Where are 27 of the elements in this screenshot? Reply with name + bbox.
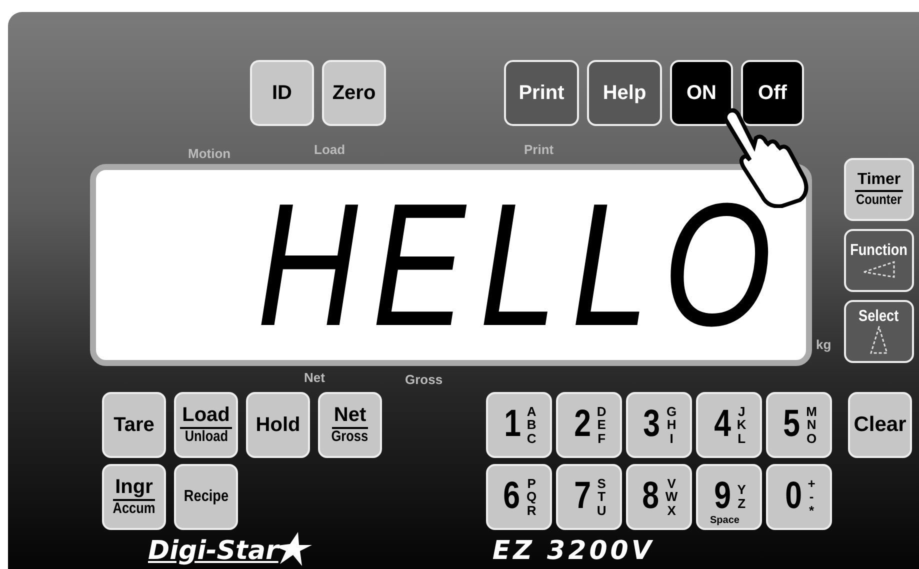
display-text: HELLO — [256, 178, 786, 352]
clear-key[interactable]: Clear — [848, 392, 912, 458]
left-triangle-icon — [862, 260, 896, 278]
brand-logo: Digi-Star — [148, 536, 278, 566]
indicator-label: Load — [314, 142, 346, 157]
panel-key[interactable]: Load Unload — [174, 392, 238, 458]
panel-key[interactable]: Off — [741, 60, 804, 126]
panel-key[interactable]: Hold — [246, 392, 310, 458]
unit-label: kg — [816, 337, 832, 352]
model-name: EZ 3200V — [492, 536, 654, 566]
indicator-label: Motion — [188, 146, 231, 161]
panel-key[interactable]: ID — [250, 60, 314, 126]
panel-key[interactable]: Help — [587, 60, 662, 126]
panel-key[interactable]: Ingr Accum — [102, 464, 166, 530]
panel-key[interactable]: Print — [504, 60, 579, 126]
panel-key[interactable]: ON — [670, 60, 733, 126]
panel-key[interactable]: Recipe — [174, 464, 238, 530]
panel-key[interactable]: Zero — [322, 60, 386, 126]
panel-key[interactable]: Function — [844, 229, 914, 292]
panel-key[interactable]: Tare — [102, 392, 166, 458]
panel-key[interactable]: Timer Counter — [844, 158, 914, 221]
panel-key[interactable]: Net Gross — [318, 392, 382, 458]
indicator-label: Gross — [405, 372, 443, 387]
indicator-label: Net — [304, 370, 325, 385]
indicator-label: Print — [524, 142, 554, 157]
up-triangle-icon — [870, 326, 888, 354]
panel-key[interactable]: Select — [844, 300, 914, 363]
